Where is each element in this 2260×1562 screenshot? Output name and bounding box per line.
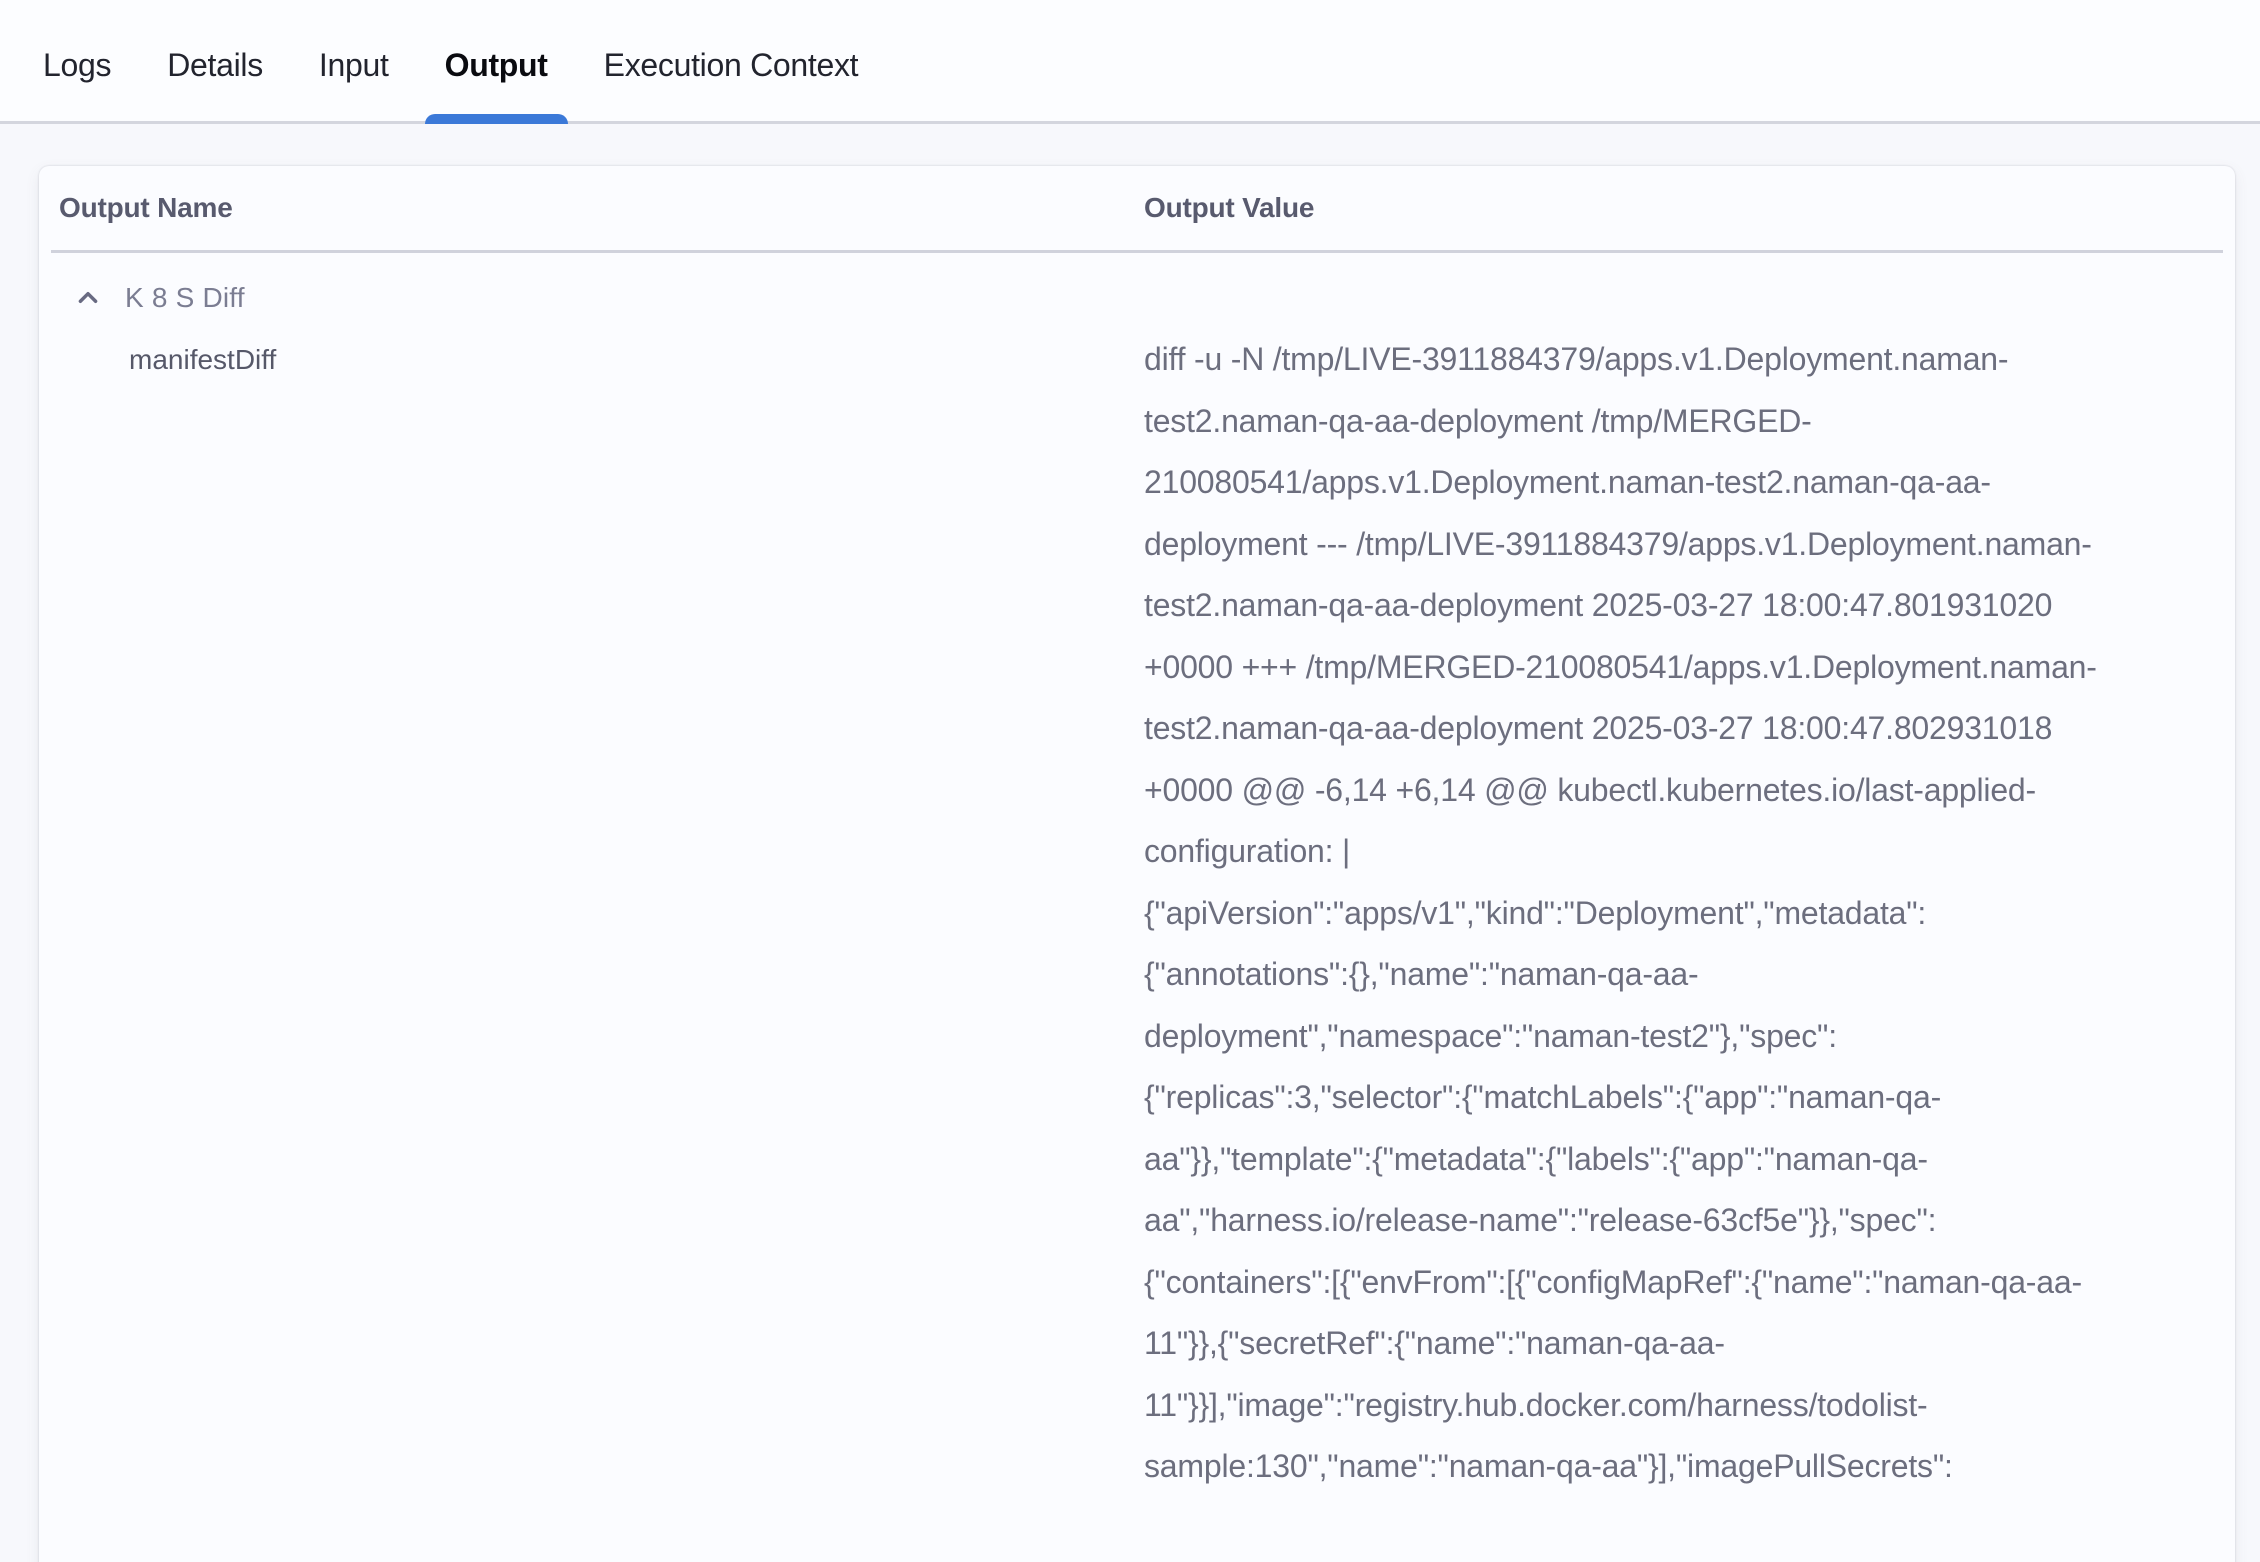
chevron-up-icon[interactable]: [75, 285, 101, 311]
table-row: manifestDiff diff -u -N /tmp/LIVE-391188…: [39, 323, 2235, 1538]
output-group-k8s-diff[interactable]: K 8 S Diff: [39, 253, 2235, 323]
tab-logs-label: Logs: [43, 47, 111, 84]
tab-execution-context[interactable]: Execution Context: [584, 10, 879, 121]
tab-output[interactable]: Output: [425, 10, 568, 121]
output-value-manifestdiff: diff -u -N /tmp/LIVE-3911884379/apps.v1.…: [1144, 329, 2101, 1498]
column-header-output-name: Output Name: [59, 192, 1144, 224]
tab-details-label: Details: [167, 47, 263, 84]
output-name-manifestdiff: manifestDiff: [59, 329, 1144, 391]
column-header-output-value: Output Value: [1144, 192, 2215, 224]
tab-output-label: Output: [445, 47, 548, 84]
output-table-panel: Output Name Output Value K 8 S Diff mani…: [39, 166, 2235, 1562]
output-group-label: K 8 S Diff: [125, 282, 245, 314]
tab-execution-context-label: Execution Context: [604, 47, 859, 84]
tab-input[interactable]: Input: [299, 10, 409, 121]
output-table-header: Output Name Output Value: [39, 166, 2235, 250]
tab-details[interactable]: Details: [147, 10, 283, 121]
tab-logs[interactable]: Logs: [23, 10, 131, 121]
tab-input-label: Input: [319, 47, 389, 84]
tab-bar: Logs Details Input Output Execution Cont…: [0, 0, 2260, 124]
